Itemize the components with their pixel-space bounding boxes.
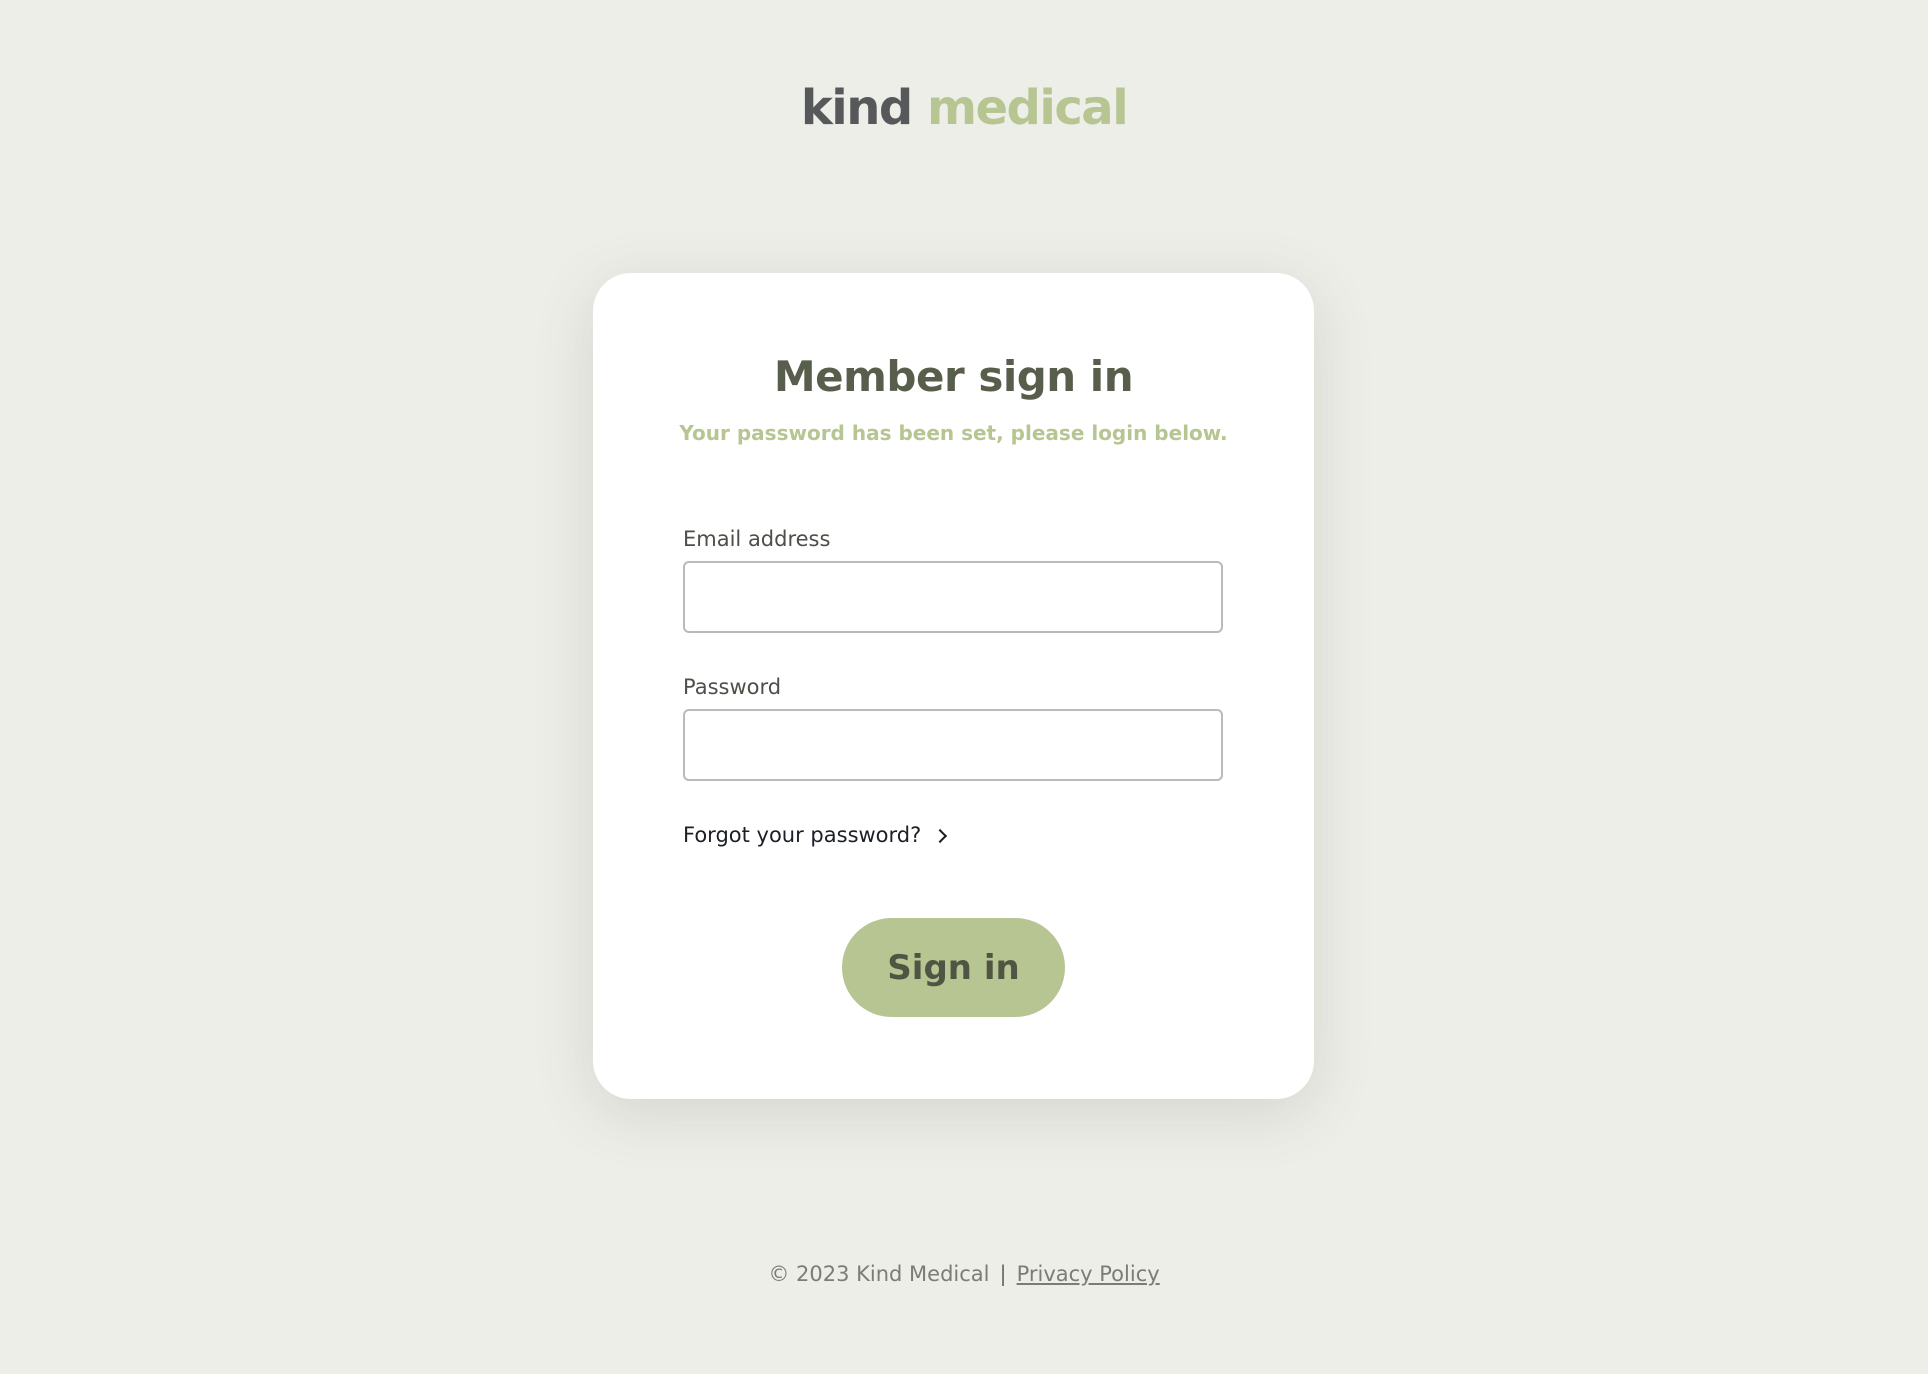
brand-logo-medical: medical [926,80,1129,136]
forgot-password-link[interactable]: Forgot your password? [683,821,948,849]
email-label: Email address [683,527,831,551]
signin-card: Member sign in Your password has been se… [593,273,1314,1099]
chevron-right-icon [933,828,948,844]
password-field[interactable] [683,709,1223,781]
page-title: Member sign in [773,352,1134,401]
sign-in-button[interactable]: Sign in [842,918,1065,1017]
brand-logo-kind: kind [800,80,913,136]
forgot-password-label: Forgot your password? [683,823,922,847]
password-label: Password [683,675,782,699]
privacy-policy-link[interactable]: Privacy Policy [1017,1262,1160,1286]
signin-form: Member sign in Your password has been se… [593,273,1314,1099]
footer: © 2023 Kind Medical | Privacy Policy [0,1260,1928,1288]
status-message: Your password has been set, please login… [679,421,1228,445]
footer-separator: | [999,1262,1007,1286]
brand-logo: kind medical [0,78,1928,138]
email-field[interactable] [683,561,1223,633]
copyright-text: © 2023 Kind Medical [768,1262,990,1286]
